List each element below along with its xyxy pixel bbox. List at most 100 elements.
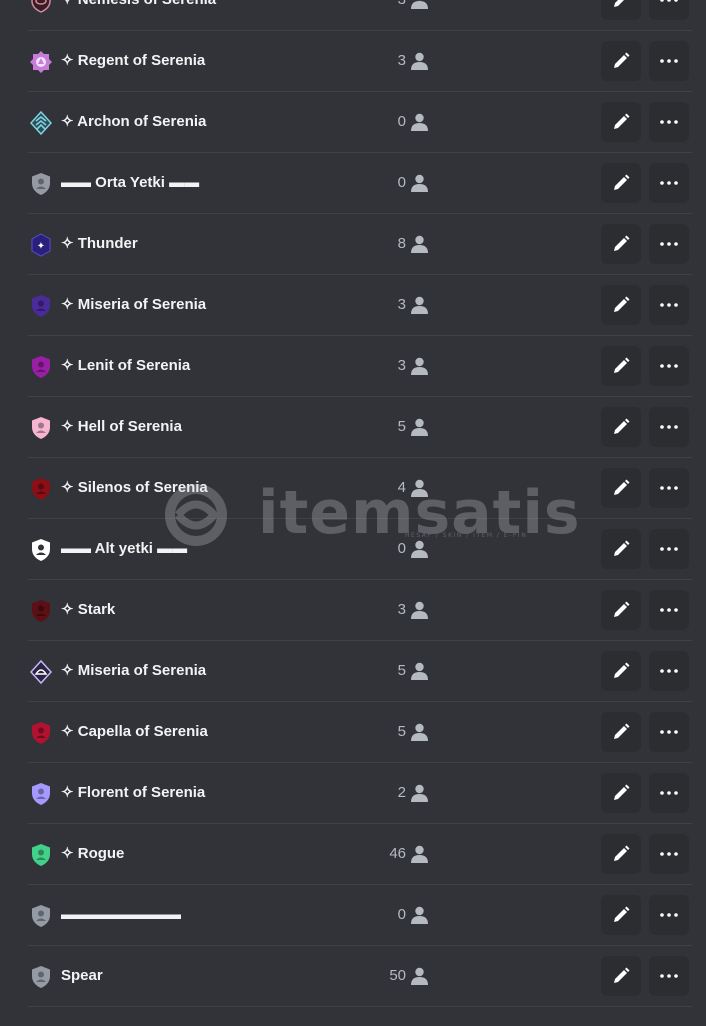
edit-role-button[interactable]: [601, 0, 641, 20]
ellipsis-icon: [660, 59, 678, 63]
more-options-button[interactable]: [649, 712, 689, 752]
more-options-button[interactable]: [649, 224, 689, 264]
role-row[interactable]: ▬▬ Alt yetki ▬▬ 0: [28, 519, 692, 580]
more-options-button[interactable]: [649, 529, 689, 569]
person-icon: [410, 784, 429, 802]
edit-role-button[interactable]: [601, 834, 641, 874]
more-options-button[interactable]: [649, 651, 689, 691]
edit-role-button[interactable]: [601, 224, 641, 264]
edit-role-button[interactable]: [601, 773, 641, 813]
role-name: ✧ Lenit of Serenia: [61, 357, 191, 374]
role-row[interactable]: ✧ Capella of Serenia 5: [28, 702, 692, 763]
more-options-button[interactable]: [649, 956, 689, 996]
member-count: 3: [398, 0, 406, 10]
member-count: 5: [397, 723, 406, 740]
edit-role-button[interactable]: [601, 651, 641, 691]
edit-role-button[interactable]: [601, 590, 641, 630]
role-row[interactable]: ▬▬▬▬▬▬▬▬ 0: [28, 885, 692, 946]
role-name: ✧ Rogue: [61, 845, 125, 862]
pencil-icon: [612, 52, 630, 70]
role-row[interactable]: ✧ Stark 3: [28, 580, 692, 641]
role-row[interactable]: ✧ Hell of Serenia 5: [28, 397, 692, 458]
ellipsis-icon: [660, 852, 678, 856]
edit-role-button[interactable]: [601, 285, 641, 325]
member-count: 0: [397, 174, 406, 191]
role-row[interactable]: ▬▬ Orta Yetki ▬▬ 0: [28, 153, 692, 214]
pencil-icon: [612, 601, 630, 619]
person-icon: [410, 601, 429, 619]
role-row[interactable]: ✧ Florent of Serenia 2: [28, 763, 692, 824]
member-count: 2: [397, 784, 406, 801]
member-count: 5: [397, 662, 406, 679]
role-name: ✧ Florent of Serenia: [61, 784, 206, 801]
edit-role-button[interactable]: [601, 41, 641, 81]
pencil-icon: [612, 296, 630, 314]
member-count: 46: [389, 845, 406, 862]
ellipsis-icon: [660, 974, 678, 978]
member-count: 0: [397, 540, 406, 557]
ellipsis-icon: [660, 425, 678, 429]
role-row[interactable]: ✦ ✧ Thunder 8: [28, 214, 692, 275]
member-count: 4: [397, 479, 406, 496]
role-row[interactable]: ✧ Rogue 46: [28, 824, 692, 885]
member-count: 50: [389, 967, 406, 984]
pencil-icon: [612, 906, 630, 924]
role-row[interactable]: ✧ Regent of Serenia 3: [28, 31, 692, 92]
ellipsis-icon: [660, 547, 678, 551]
role-shield-icon: [30, 538, 52, 562]
role-row[interactable]: Spear 50: [28, 946, 692, 1007]
more-options-button[interactable]: [649, 163, 689, 203]
more-options-button[interactable]: [649, 895, 689, 935]
role-icon-nemesis: [30, 0, 52, 13]
pencil-icon: [612, 784, 630, 802]
edit-role-button[interactable]: [601, 529, 641, 569]
role-row[interactable]: ✧ Miseria of Serenia 3: [28, 275, 692, 336]
more-options-button[interactable]: [649, 285, 689, 325]
edit-role-button[interactable]: [601, 407, 641, 447]
role-shield-icon: [30, 782, 52, 806]
ellipsis-icon: [660, 364, 678, 368]
person-icon: [410, 967, 429, 985]
edit-role-button[interactable]: [601, 895, 641, 935]
more-options-button[interactable]: [649, 590, 689, 630]
more-options-button[interactable]: [649, 468, 689, 508]
edit-role-button[interactable]: [601, 163, 641, 203]
pencil-icon: [612, 357, 630, 375]
pencil-icon: [612, 967, 630, 985]
role-name: ✧ Stark: [61, 601, 116, 618]
more-options-button[interactable]: [649, 0, 689, 20]
role-row[interactable]: ✧ Nemesis of Serenia 3: [28, 0, 692, 31]
edit-role-button[interactable]: [601, 102, 641, 142]
role-shield-icon: [30, 599, 52, 623]
pencil-icon: [612, 235, 630, 253]
ellipsis-icon: [660, 730, 678, 734]
person-icon: [410, 296, 429, 314]
person-icon: [410, 662, 429, 680]
more-options-button[interactable]: [649, 41, 689, 81]
ellipsis-icon: [660, 242, 678, 246]
more-options-button[interactable]: [649, 407, 689, 447]
person-icon: [410, 845, 429, 863]
edit-role-button[interactable]: [601, 956, 641, 996]
member-count: 0: [397, 113, 406, 130]
pencil-icon: [612, 662, 630, 680]
person-icon: [410, 418, 429, 436]
more-options-button[interactable]: [649, 773, 689, 813]
edit-role-button[interactable]: [601, 346, 641, 386]
role-row[interactable]: ✧ Archon of Serenia 0: [28, 92, 692, 153]
role-shield-icon: [30, 721, 52, 745]
more-options-button[interactable]: [649, 834, 689, 874]
role-row[interactable]: ✧ Lenit of Serenia 3: [28, 336, 692, 397]
person-icon: [410, 540, 429, 558]
role-shield-icon: [30, 355, 52, 379]
role-row[interactable]: ✧ Miseria of Serenia 5: [28, 641, 692, 702]
edit-role-button[interactable]: [601, 712, 641, 752]
ellipsis-icon: [660, 303, 678, 307]
person-icon: [410, 357, 429, 375]
more-options-button[interactable]: [649, 346, 689, 386]
more-options-button[interactable]: [649, 102, 689, 142]
role-row[interactable]: ✧ Silenos of Serenia 4: [28, 458, 692, 519]
member-count: 3: [397, 296, 406, 313]
edit-role-button[interactable]: [601, 468, 641, 508]
ellipsis-icon: [660, 486, 678, 490]
